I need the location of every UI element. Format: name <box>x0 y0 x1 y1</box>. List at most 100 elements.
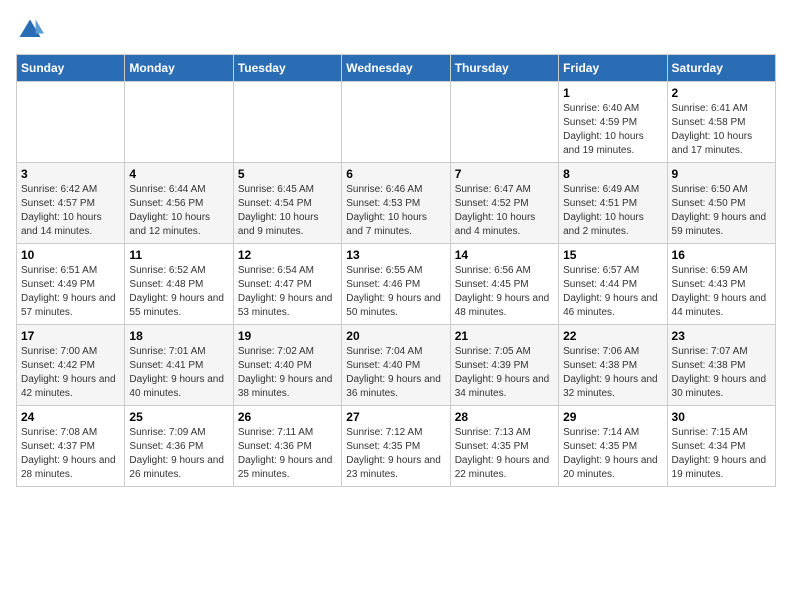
calendar-cell <box>17 82 125 163</box>
day-info: Sunrise: 7:12 AM Sunset: 4:35 PM Dayligh… <box>346 426 445 482</box>
day-number: 7 <box>455 167 554 181</box>
calendar-cell: 3 Sunrise: 6:42 AM Sunset: 4:57 PM Daylig… <box>17 163 125 244</box>
calendar-cell: 12 Sunrise: 6:54 AM Sunset: 4:47 PM Dayli… <box>233 244 341 325</box>
day-info: Sunrise: 7:00 AM Sunset: 4:42 PM Dayligh… <box>21 345 120 401</box>
day-number: 27 <box>346 410 445 424</box>
day-info: Sunrise: 6:55 AM Sunset: 4:46 PM Dayligh… <box>346 264 445 320</box>
day-info: Sunrise: 7:04 AM Sunset: 4:40 PM Dayligh… <box>346 345 445 401</box>
calendar-cell <box>233 82 341 163</box>
day-info: Sunrise: 7:14 AM Sunset: 4:35 PM Dayligh… <box>563 426 662 482</box>
day-number: 5 <box>238 167 337 181</box>
calendar-cell: 22 Sunrise: 7:06 AM Sunset: 4:38 PM Dayli… <box>559 325 667 406</box>
day-number: 26 <box>238 410 337 424</box>
day-header-friday: Friday <box>559 55 667 82</box>
calendar-cell: 15Sunrise: 6:57 AM Sunset: 4:44 PM Dayli… <box>559 244 667 325</box>
calendar-cell: 11 Sunrise: 6:52 AM Sunset: 4:48 PM Dayli… <box>125 244 233 325</box>
calendar-cell: 25 Sunrise: 7:09 AM Sunset: 4:36 PM Dayli… <box>125 406 233 487</box>
calendar-cell: 13 Sunrise: 6:55 AM Sunset: 4:46 PM Dayli… <box>342 244 450 325</box>
day-number: 3 <box>21 167 120 181</box>
day-number: 29 <box>563 410 662 424</box>
day-number: 12 <box>238 248 337 262</box>
day-info: Sunrise: 7:11 AM Sunset: 4:36 PM Dayligh… <box>238 426 337 482</box>
day-number: 16 <box>672 248 771 262</box>
day-number: 13 <box>346 248 445 262</box>
calendar-cell: 21 Sunrise: 7:05 AM Sunset: 4:39 PM Dayli… <box>450 325 558 406</box>
calendar-cell: 17 Sunrise: 7:00 AM Sunset: 4:42 PM Dayli… <box>17 325 125 406</box>
logo <box>16 16 48 44</box>
calendar-cell: 20 Sunrise: 7:04 AM Sunset: 4:40 PM Dayli… <box>342 325 450 406</box>
calendar-cell <box>125 82 233 163</box>
calendar-table: SundayMondayTuesdayWednesdayThursdayFrid… <box>16 54 776 487</box>
day-number: 20 <box>346 329 445 343</box>
day-header-sunday: Sunday <box>17 55 125 82</box>
day-info: Sunrise: 6:59 AM Sunset: 4:43 PM Dayligh… <box>672 264 771 320</box>
calendar-cell: 24 Sunrise: 7:08 AM Sunset: 4:37 PM Dayli… <box>17 406 125 487</box>
day-header-monday: Monday <box>125 55 233 82</box>
calendar-cell: 30Sunrise: 7:15 AM Sunset: 4:34 PM Dayli… <box>667 406 775 487</box>
day-info: Sunrise: 7:06 AM Sunset: 4:38 PM Dayligh… <box>563 345 662 401</box>
day-info: Sunrise: 7:07 AM Sunset: 4:38 PM Dayligh… <box>672 345 771 401</box>
calendar-cell: 5 Sunrise: 6:45 AM Sunset: 4:54 PM Daylig… <box>233 163 341 244</box>
day-info: Sunrise: 6:49 AM Sunset: 4:51 PM Dayligh… <box>563 183 662 239</box>
day-info: Sunrise: 6:44 AM Sunset: 4:56 PM Dayligh… <box>129 183 228 239</box>
day-header-tuesday: Tuesday <box>233 55 341 82</box>
day-info: Sunrise: 6:54 AM Sunset: 4:47 PM Dayligh… <box>238 264 337 320</box>
day-info: Sunrise: 7:02 AM Sunset: 4:40 PM Dayligh… <box>238 345 337 401</box>
day-info: Sunrise: 6:46 AM Sunset: 4:53 PM Dayligh… <box>346 183 445 239</box>
day-info: Sunrise: 6:56 AM Sunset: 4:45 PM Dayligh… <box>455 264 554 320</box>
day-number: 8 <box>563 167 662 181</box>
calendar-cell: 29 Sunrise: 7:14 AM Sunset: 4:35 PM Dayli… <box>559 406 667 487</box>
day-number: 30 <box>672 410 771 424</box>
calendar-cell <box>342 82 450 163</box>
calendar-cell: 4 Sunrise: 6:44 AM Sunset: 4:56 PM Daylig… <box>125 163 233 244</box>
calendar-cell: 18 Sunrise: 7:01 AM Sunset: 4:41 PM Dayli… <box>125 325 233 406</box>
day-info: Sunrise: 7:09 AM Sunset: 4:36 PM Dayligh… <box>129 426 228 482</box>
calendar-cell: 14 Sunrise: 6:56 AM Sunset: 4:45 PM Dayli… <box>450 244 558 325</box>
day-info: Sunrise: 6:41 AM Sunset: 4:58 PM Dayligh… <box>672 102 771 158</box>
day-number: 2 <box>672 86 771 100</box>
day-info: Sunrise: 6:45 AM Sunset: 4:54 PM Dayligh… <box>238 183 337 239</box>
day-number: 22 <box>563 329 662 343</box>
calendar-cell: 1Sunrise: 6:40 AM Sunset: 4:59 PM Daylig… <box>559 82 667 163</box>
day-info: Sunrise: 7:05 AM Sunset: 4:39 PM Dayligh… <box>455 345 554 401</box>
calendar-cell: 2 Sunrise: 6:41 AM Sunset: 4:58 PM Daylig… <box>667 82 775 163</box>
day-number: 24 <box>21 410 120 424</box>
day-info: Sunrise: 6:52 AM Sunset: 4:48 PM Dayligh… <box>129 264 228 320</box>
calendar-cell <box>450 82 558 163</box>
day-number: 4 <box>129 167 228 181</box>
calendar-cell: 7 Sunrise: 6:47 AM Sunset: 4:52 PM Daylig… <box>450 163 558 244</box>
calendar-cell: 10 Sunrise: 6:51 AM Sunset: 4:49 PM Dayli… <box>17 244 125 325</box>
logo-icon <box>16 16 44 44</box>
calendar-cell: 9 Sunrise: 6:50 AM Sunset: 4:50 PM Daylig… <box>667 163 775 244</box>
day-number: 18 <box>129 329 228 343</box>
day-header-saturday: Saturday <box>667 55 775 82</box>
day-number: 9 <box>672 167 771 181</box>
calendar-cell: 23Sunrise: 7:07 AM Sunset: 4:38 PM Dayli… <box>667 325 775 406</box>
day-number: 10 <box>21 248 120 262</box>
day-info: Sunrise: 7:13 AM Sunset: 4:35 PM Dayligh… <box>455 426 554 482</box>
calendar-cell: 28 Sunrise: 7:13 AM Sunset: 4:35 PM Dayli… <box>450 406 558 487</box>
day-info: Sunrise: 6:47 AM Sunset: 4:52 PM Dayligh… <box>455 183 554 239</box>
day-number: 19 <box>238 329 337 343</box>
calendar-cell: 27 Sunrise: 7:12 AM Sunset: 4:35 PM Dayli… <box>342 406 450 487</box>
day-info: Sunrise: 7:08 AM Sunset: 4:37 PM Dayligh… <box>21 426 120 482</box>
calendar-cell: 19 Sunrise: 7:02 AM Sunset: 4:40 PM Dayli… <box>233 325 341 406</box>
calendar-cell: 16 Sunrise: 6:59 AM Sunset: 4:43 PM Dayli… <box>667 244 775 325</box>
calendar-cell: 8 Sunrise: 6:49 AM Sunset: 4:51 PM Daylig… <box>559 163 667 244</box>
day-info: Sunrise: 6:51 AM Sunset: 4:49 PM Dayligh… <box>21 264 120 320</box>
day-number: 11 <box>129 248 228 262</box>
day-number: 14 <box>455 248 554 262</box>
day-info: Sunrise: 6:42 AM Sunset: 4:57 PM Dayligh… <box>21 183 120 239</box>
day-number: 25 <box>129 410 228 424</box>
page-header <box>16 16 776 44</box>
calendar-cell: 6 Sunrise: 6:46 AM Sunset: 4:53 PM Daylig… <box>342 163 450 244</box>
day-header-wednesday: Wednesday <box>342 55 450 82</box>
day-info: Sunrise: 6:57 AM Sunset: 4:44 PM Dayligh… <box>563 264 662 320</box>
calendar-cell: 26 Sunrise: 7:11 AM Sunset: 4:36 PM Dayli… <box>233 406 341 487</box>
day-info: Sunrise: 6:50 AM Sunset: 4:50 PM Dayligh… <box>672 183 771 239</box>
day-number: 21 <box>455 329 554 343</box>
day-number: 28 <box>455 410 554 424</box>
day-number: 17 <box>21 329 120 343</box>
day-info: Sunrise: 7:01 AM Sunset: 4:41 PM Dayligh… <box>129 345 228 401</box>
day-number: 6 <box>346 167 445 181</box>
